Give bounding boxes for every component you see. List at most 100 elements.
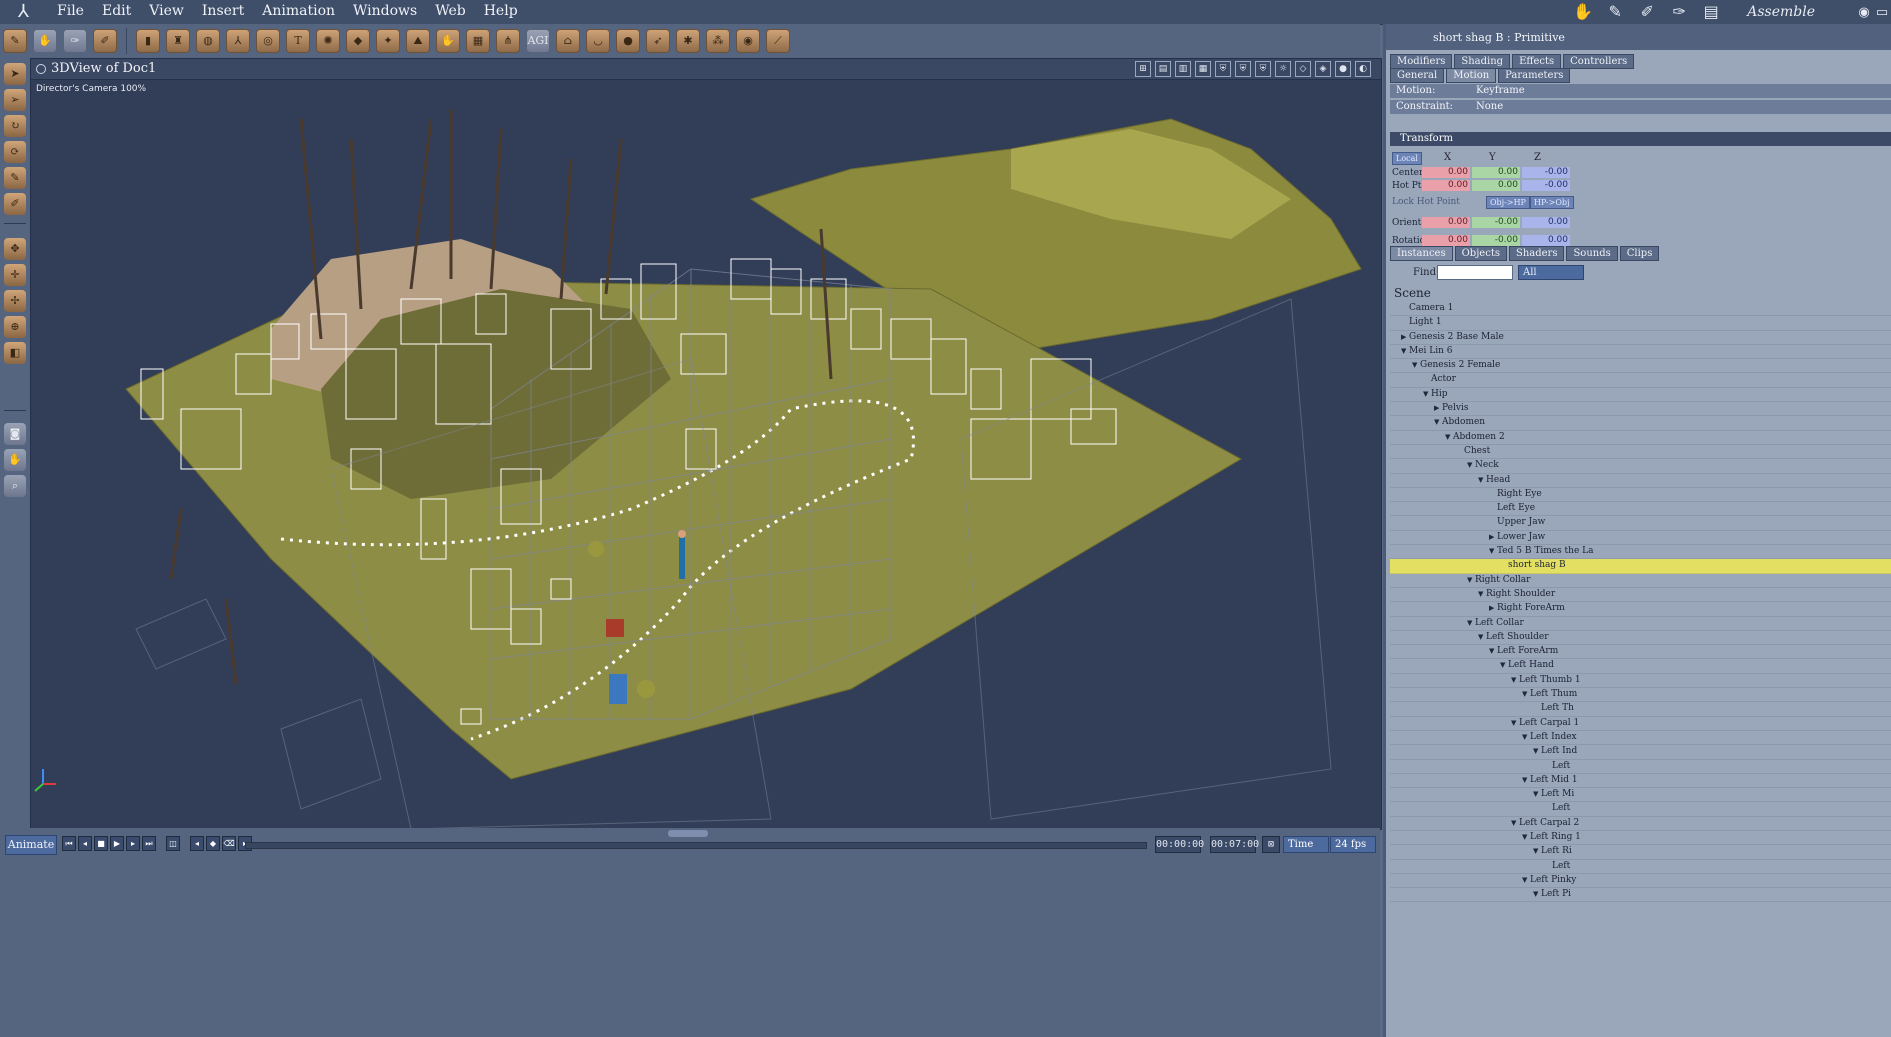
expand-toggle-icon[interactable]: ▼	[1500, 659, 1508, 672]
sphere-icon[interactable]: ●	[1335, 61, 1351, 77]
skeleton-icon[interactable]: ⅄	[226, 29, 250, 53]
rotate-view-icon[interactable]: ↻	[4, 115, 26, 137]
stop-icon[interactable]: ■	[94, 836, 108, 851]
particle-icon[interactable]: ✱	[676, 29, 700, 53]
prev-key-icon[interactable]: ◂	[190, 836, 204, 851]
step-forward-icon[interactable]: ▸	[126, 836, 140, 851]
arrow-select-icon[interactable]: ➤	[4, 63, 26, 85]
sculpt-room-icon[interactable]: ✎	[1602, 2, 1628, 22]
layout-icon[interactable]: ▤	[1155, 61, 1171, 77]
hotpt-x-field[interactable]: 0.00	[1422, 180, 1470, 191]
fps-select[interactable]: 24 fps	[1330, 836, 1376, 853]
tree-item[interactable]: ▶ Lower Jaw	[1390, 531, 1891, 546]
tree-item[interactable]: short shag B	[1390, 559, 1891, 574]
expand-toggle-icon[interactable]: ▼	[1511, 817, 1519, 830]
expand-toggle-icon[interactable]: ▼	[1467, 617, 1475, 630]
expand-toggle-icon[interactable]: ▼	[1423, 388, 1431, 401]
tree-item[interactable]: ▼ Left Ring 1	[1390, 831, 1891, 846]
tree-item[interactable]: ▼ Left Ri	[1390, 845, 1891, 860]
tree-item[interactable]: ▼ Left Index	[1390, 731, 1891, 746]
tree-item[interactable]: Actor	[1390, 373, 1891, 388]
tab-objects[interactable]: Objects	[1454, 246, 1507, 261]
expand-toggle-icon[interactable]: ▼	[1522, 688, 1530, 701]
expand-toggle-icon[interactable]: ▼	[1467, 574, 1475, 587]
shield-icon[interactable]: ⛨	[1255, 61, 1271, 77]
select-tool-icon[interactable]: ✎	[3, 29, 27, 53]
tree-item[interactable]: Chest	[1390, 445, 1891, 460]
tab-controllers[interactable]: Controllers	[1563, 54, 1635, 69]
layout-icon[interactable]: ▥	[1175, 61, 1191, 77]
hair-icon[interactable]: ⋔	[496, 29, 520, 53]
tree-item[interactable]: ▼ Left Mid 1	[1390, 774, 1891, 789]
rotation-z-field[interactable]: 0.00	[1522, 235, 1570, 246]
tree-item[interactable]: ▼ Left Collar	[1390, 617, 1891, 631]
rotation-y-field[interactable]: -0.00	[1472, 235, 1520, 246]
brush-tool-icon[interactable]: ✑	[63, 29, 87, 53]
menu-insert[interactable]: Insert	[193, 3, 253, 19]
loop-icon[interactable]: ◫	[166, 836, 180, 851]
shaded-icon[interactable]: ◈	[1315, 61, 1331, 77]
filter-select[interactable]: All	[1518, 265, 1584, 280]
move-icon[interactable]: ✥	[4, 238, 26, 260]
paint-tool-icon[interactable]: ✐	[93, 29, 117, 53]
expand-toggle-icon[interactable]: ▼	[1489, 645, 1497, 658]
tree-item[interactable]: ▼ Genesis 2 Female	[1390, 359, 1891, 374]
brush-room-icon[interactable]: ✑	[1666, 2, 1692, 22]
scale-icon[interactable]: ✛	[4, 264, 26, 286]
tree-item[interactable]: ▼ Left Pi	[1390, 888, 1891, 903]
orient-z-field[interactable]: 0.00	[1522, 217, 1570, 228]
tree-item[interactable]: Left	[1390, 860, 1891, 874]
wand-icon[interactable]: ⟋	[766, 29, 790, 53]
menu-view[interactable]: View	[140, 3, 193, 19]
rotation-x-field[interactable]: 0.00	[1422, 235, 1470, 246]
tree-icon[interactable]: ⁂	[706, 29, 730, 53]
timeline-scrubber[interactable]	[245, 842, 1147, 849]
universal-icon[interactable]: ⊕	[4, 316, 26, 338]
viewport-menu-icon[interactable]	[36, 64, 46, 74]
expand-toggle-icon[interactable]: ▼	[1489, 545, 1497, 558]
menu-web[interactable]: Web	[426, 3, 475, 19]
tree-item[interactable]: ▼ Left Thumb 1	[1390, 674, 1891, 689]
time-mode-select[interactable]: Time	[1283, 836, 1329, 853]
feather-icon[interactable]: ➶	[646, 29, 670, 53]
rotate-icon[interactable]: ✢	[4, 290, 26, 312]
camera-icon[interactable]: ◙	[4, 423, 26, 445]
light-icon[interactable]: ☼	[1275, 61, 1291, 77]
zoom-icon[interactable]: ⌕	[4, 475, 26, 497]
tab-sounds[interactable]: Sounds	[1566, 246, 1618, 261]
expand-toggle-icon[interactable]: ▼	[1533, 888, 1541, 901]
tree-item[interactable]: ▼ Abdomen 2	[1390, 431, 1891, 445]
tree-item[interactable]: Left	[1390, 760, 1891, 774]
expand-toggle-icon[interactable]: ▼	[1478, 588, 1486, 601]
expand-toggle-icon[interactable]: ▼	[1522, 831, 1530, 844]
layout-icon[interactable]: ▦	[1195, 61, 1211, 77]
expand-toggle-icon[interactable]: ▶	[1434, 402, 1442, 415]
hotpt-z-field[interactable]: -0.00	[1522, 180, 1570, 191]
gear-icon[interactable]: ✺	[316, 29, 340, 53]
orbit-icon[interactable]: ⟳	[4, 141, 26, 163]
expand-toggle-icon[interactable]: ▼	[1533, 788, 1541, 801]
center-y-field[interactable]: 0.00	[1472, 167, 1520, 178]
tree-item[interactable]: ▼ Neck	[1390, 459, 1891, 474]
delete-key-icon[interactable]: ⌫	[222, 836, 236, 851]
tree-item[interactable]: ▶ Right ForeArm	[1390, 602, 1891, 617]
scrubber-handle[interactable]	[668, 830, 708, 837]
hp-obj-button[interactable]: HP->Obj	[1530, 196, 1574, 209]
tab-general[interactable]: General	[1390, 68, 1445, 83]
tab-clips[interactable]: Clips	[1619, 246, 1660, 261]
tree-item[interactable]: Left Eye	[1390, 502, 1891, 517]
expand-toggle-icon[interactable]: ▶	[1489, 602, 1497, 615]
obj-hp-button[interactable]: Obj->HP	[1486, 196, 1530, 209]
tree-item[interactable]: ▼ Left Carpal 1	[1390, 717, 1891, 731]
blob-icon[interactable]: ●	[616, 29, 640, 53]
orient-y-field[interactable]: -0.00	[1472, 217, 1520, 228]
agi-text-icon[interactable]: AGI	[526, 29, 550, 53]
find-input[interactable]	[1437, 265, 1513, 280]
menu-help[interactable]: Help	[475, 3, 527, 19]
layout-icon[interactable]: ⊞	[1135, 61, 1151, 77]
tab-instances[interactable]: Instances	[1390, 246, 1453, 261]
transform-header[interactable]: Transform	[1390, 132, 1891, 146]
tab-shaders[interactable]: Shaders	[1508, 246, 1565, 261]
go-start-icon[interactable]: ⏮	[62, 836, 76, 851]
tab-effects[interactable]: Effects	[1512, 54, 1562, 69]
